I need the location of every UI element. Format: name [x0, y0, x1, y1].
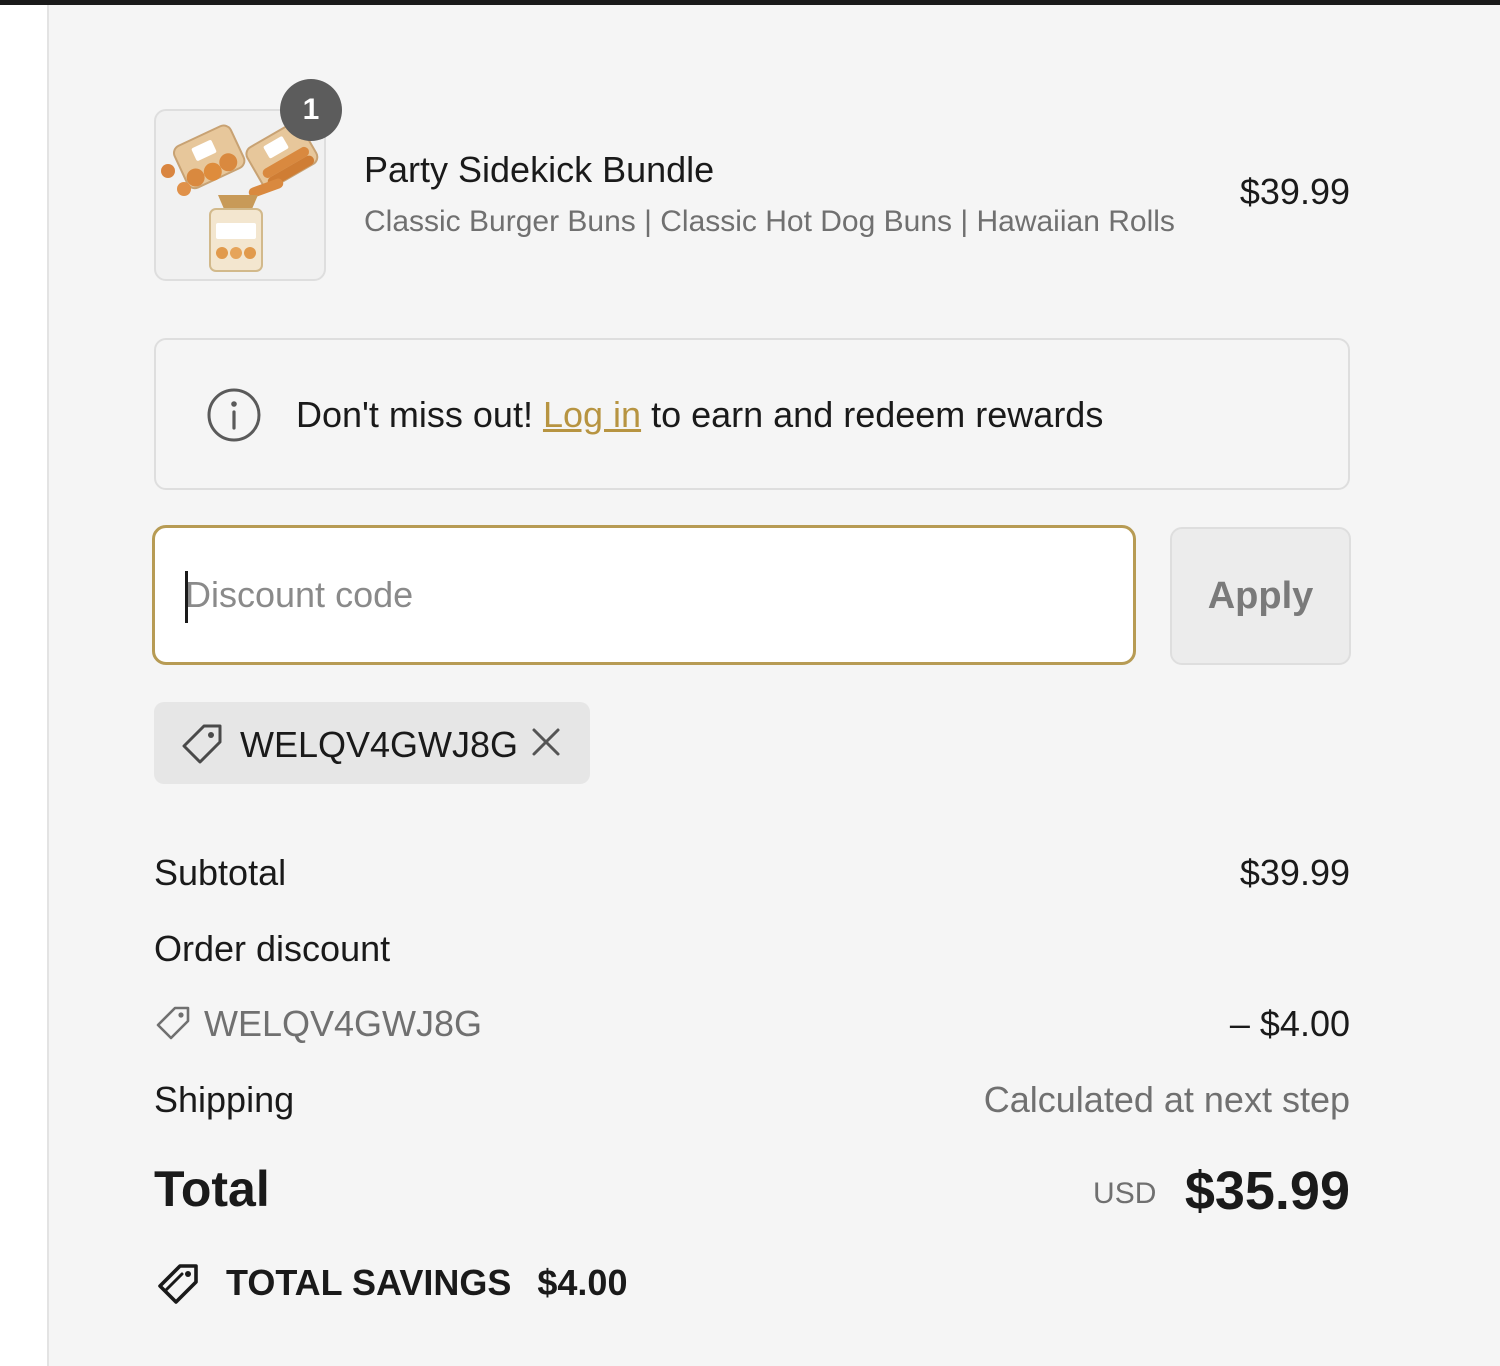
discount-code-input[interactable] [155, 528, 1133, 662]
shipping-label: Shipping [154, 1079, 295, 1120]
discount-tag-icon [156, 1006, 190, 1040]
rewards-notice-text: Don't miss out! Log in to earn and redee… [296, 394, 1103, 436]
order-discount-label: Order discount [154, 928, 391, 969]
total-amount: $35.99 [1184, 1161, 1350, 1221]
currency-code: USD [1093, 1177, 1157, 1210]
tag-icon [182, 724, 222, 764]
notice-prefix: Don't miss out! [296, 394, 533, 435]
applied-discount-chip: WELQV4GWJ8G [154, 702, 590, 784]
subtotal-label: Subtotal [154, 852, 287, 893]
product-variant: Classic Burger Buns | Classic Hot Dog Bu… [364, 205, 1175, 238]
savings-value: $4.00 [537, 1262, 628, 1303]
rewards-notice: Don't miss out! Log in to earn and redee… [154, 338, 1350, 490]
cart-line-item: 1 Party Sidekick Bundle Classic Burger B… [154, 79, 1350, 281]
notice-suffix: to earn and redeem rewards [651, 394, 1104, 435]
info-icon [207, 388, 261, 442]
login-link[interactable]: Log in [543, 394, 641, 435]
total-savings: TOTAL SAVINGS $4.00 [226, 1262, 627, 1304]
savings-label: TOTAL SAVINGS [226, 1262, 512, 1303]
discount-value: – $4.00 [1229, 1003, 1350, 1044]
total-price: USD $35.99 [1093, 1160, 1350, 1222]
applied-code-label: WELQV4GWJ8G [240, 724, 519, 765]
savings-tag-icon [158, 1264, 198, 1304]
discount-code-field[interactable] [152, 525, 1136, 665]
discount-code-label: WELQV4GWJ8G [204, 1003, 483, 1044]
text-caret [185, 571, 188, 623]
quantity-badge: 1 [280, 79, 342, 141]
apply-button[interactable]: Apply [1170, 527, 1351, 665]
subtotal-value: $39.99 [1239, 852, 1350, 893]
total-label: Total [154, 1161, 270, 1217]
shipping-value: Calculated at next step [983, 1079, 1350, 1120]
product-name: Party Sidekick Bundle [364, 149, 715, 190]
product-price: $39.99 [1239, 171, 1350, 212]
remove-code-icon[interactable] [526, 722, 566, 762]
